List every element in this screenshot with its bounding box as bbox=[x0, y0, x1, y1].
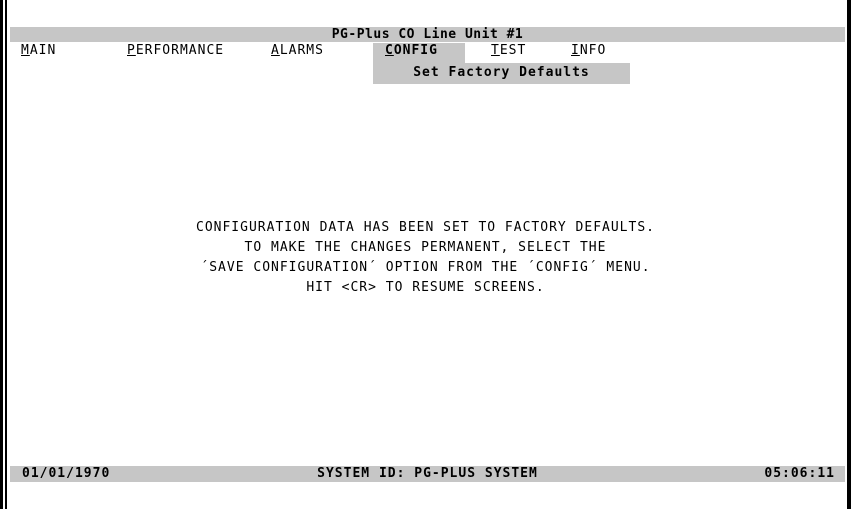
menu-main-label: AIN bbox=[29, 43, 57, 58]
menu-info-label: NFO bbox=[579, 43, 607, 58]
menu-performance-hotkey: P bbox=[127, 43, 136, 58]
menu-performance-label: ERFORMANCE bbox=[135, 43, 225, 58]
message-line-1: CONFIGURATION DATA HAS BEEN SET TO FACTO… bbox=[196, 220, 655, 235]
menu-alarms-hotkey: A bbox=[271, 43, 280, 58]
menu-info[interactable]: INFO bbox=[571, 43, 606, 59]
message-line-2: TO MAKE THE CHANGES PERMANENT, SELECT TH… bbox=[244, 240, 607, 255]
menu-alarms[interactable]: ALARMS bbox=[271, 43, 324, 59]
menu-performance[interactable]: PERFORMANCE bbox=[127, 43, 224, 59]
status-system-id: SYSTEM ID: PG-PLUS SYSTEM bbox=[317, 466, 538, 481]
submenu-set-factory-defaults[interactable]: Set Factory Defaults bbox=[373, 63, 630, 84]
menu-main[interactable]: MAIN bbox=[21, 43, 56, 59]
menu-info-hotkey: I bbox=[571, 43, 580, 58]
menu-test-hotkey: T bbox=[491, 43, 500, 58]
status-time: 05:06:11 bbox=[764, 466, 835, 481]
menu-config-label: ONFIG bbox=[393, 43, 438, 58]
menu-config-hotkey: C bbox=[385, 43, 394, 58]
message-panel: CONFIGURATION DATA HAS BEEN SET TO FACTO… bbox=[0, 218, 851, 298]
menu-alarms-label: LARMS bbox=[279, 43, 324, 58]
screen-title: PG-Plus CO Line Unit #1 bbox=[10, 27, 845, 42]
status-bar: SYSTEM ID: PG-PLUS SYSTEM 01/01/1970 05:… bbox=[10, 466, 845, 482]
menu-test[interactable]: TEST bbox=[491, 43, 526, 59]
menu-main-hotkey: M bbox=[21, 43, 30, 58]
message-line-4: HIT <CR> TO RESUME SCREENS. bbox=[306, 280, 545, 295]
menu-config[interactable]: CONFIG bbox=[385, 43, 438, 59]
status-date: 01/01/1970 bbox=[22, 466, 111, 481]
menu-test-label: EST bbox=[499, 43, 527, 58]
message-line-3: ´SAVE CONFIGURATION´ OPTION FROM THE ´CO… bbox=[200, 260, 651, 275]
